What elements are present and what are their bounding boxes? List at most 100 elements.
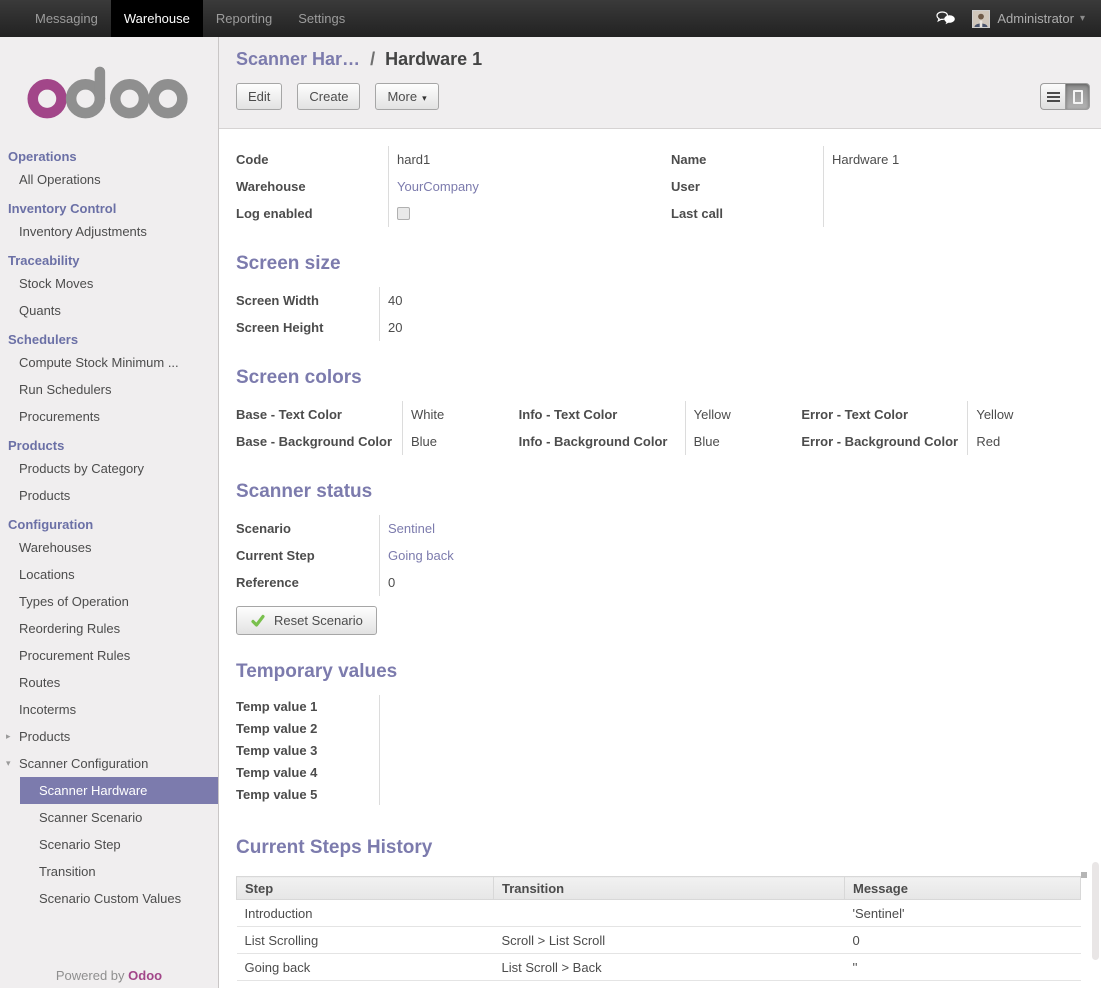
field-group: Base - Text ColorWhiteBase - Background … xyxy=(236,401,519,455)
field-group: ScenarioSentinelCurrent StepGoing backRe… xyxy=(236,515,656,596)
sidebar-item-products-by-category[interactable]: Products by Category xyxy=(0,455,218,482)
field-group: Error - Text ColorYellowError - Backgrou… xyxy=(801,401,1084,455)
sidebar-item-inventory-adjustments[interactable]: Inventory Adjustments xyxy=(0,218,218,245)
chevron-down-icon: ▾ xyxy=(6,750,11,777)
field-label: User xyxy=(671,179,823,194)
sidebar-item-products[interactable]: ▸Products xyxy=(0,723,218,750)
field-row-current-step: Current StepGoing back xyxy=(236,542,656,569)
sidebar-item-label: Procurement Rules xyxy=(19,648,130,663)
table-cell: 0 xyxy=(845,927,1081,954)
field-row-temp-value-1: Temp value 1 xyxy=(236,695,656,717)
table-header-row: StepTransitionMessage xyxy=(237,877,1081,900)
view-switcher xyxy=(1040,83,1090,110)
field-group: Temp value 1 Temp value 2 Temp value 3 Temp… xyxy=(236,695,656,805)
field-row-screen-height: Screen Height20 xyxy=(236,314,656,341)
sidebar-item-label: Inventory Adjustments xyxy=(19,224,147,239)
sidebar-item-scanner-hardware[interactable]: Scanner Hardware xyxy=(20,777,218,804)
sidebar-item-procurements[interactable]: Procurements xyxy=(0,403,218,430)
breadcrumb-parent-link[interactable]: Scanner Har… xyxy=(236,49,360,69)
menu-item-messaging[interactable]: Messaging xyxy=(22,0,111,37)
sentinel-link[interactable]: Sentinel xyxy=(388,521,435,536)
sidebar-item-label: Products by Category xyxy=(19,461,144,476)
field-row-warehouse: WarehouseYourCompany xyxy=(236,173,656,200)
edit-button[interactable]: Edit xyxy=(236,83,282,110)
create-button[interactable]: Create xyxy=(297,83,360,110)
field-value xyxy=(379,695,656,717)
reset-scenario-button[interactable]: Reset Scenario xyxy=(236,606,377,635)
odoo-brand-link[interactable]: Odoo xyxy=(128,968,162,983)
sidebar-item-locations[interactable]: Locations xyxy=(0,561,218,588)
field-row-temp-value-5: Temp value 5 xyxy=(236,783,656,805)
field-label: Last call xyxy=(671,206,823,221)
field-row-info-background-color: Info - Background ColorBlue xyxy=(519,428,802,455)
sidebar-item-scenario-step[interactable]: Scenario Step xyxy=(0,831,218,858)
field-value: Red xyxy=(967,428,1084,455)
table-cell: Introduction xyxy=(237,900,494,927)
history-table-wrap: StepTransitionMessageIntroduction'Sentin… xyxy=(236,876,1080,981)
table-cell: '' xyxy=(845,954,1081,981)
column-header-transition[interactable]: Transition xyxy=(494,877,845,900)
field-row-user: User xyxy=(671,173,1084,200)
field-value xyxy=(823,173,1084,200)
form-view-icon xyxy=(1073,90,1083,104)
scrollbar-thumb[interactable] xyxy=(1092,862,1099,960)
table-row[interactable]: Going backList Scroll > Back'' xyxy=(237,954,1081,981)
sidebar-item-run-schedulers[interactable]: Run Schedulers xyxy=(0,376,218,403)
field-value: hard1 xyxy=(388,146,656,173)
list-view-button[interactable] xyxy=(1040,83,1065,110)
sidebar-item-quants[interactable]: Quants xyxy=(0,297,218,324)
sidebar-item-label: Incoterms xyxy=(19,702,76,717)
sidebar-item-procurement-rules[interactable]: Procurement Rules xyxy=(0,642,218,669)
menu-item-warehouse[interactable]: Warehouse xyxy=(111,0,203,37)
field-label: Error - Text Color xyxy=(801,407,967,422)
field-label: Screen Height xyxy=(236,320,379,335)
section-body: ScenarioSentinelCurrent StepGoing backRe… xyxy=(236,515,1084,596)
checkbox-log-enabled[interactable] xyxy=(397,207,410,220)
field-value: Going back xyxy=(379,542,656,569)
field-value xyxy=(379,761,656,783)
sidebar-item-scenario-custom-values[interactable]: Scenario Custom Values xyxy=(0,885,218,912)
sidebar-item-warehouses[interactable]: Warehouses xyxy=(0,534,218,561)
user-menu[interactable]: Administrator xyxy=(997,11,1074,26)
field-value: 20 xyxy=(379,314,656,341)
chat-icon[interactable] xyxy=(936,11,956,26)
sidebar-section-title-inventory-control: Inventory Control xyxy=(0,193,218,218)
section-title: Scanner status xyxy=(236,481,1084,503)
avatar[interactable] xyxy=(972,10,990,28)
sidebar-item-routes[interactable]: Routes xyxy=(0,669,218,696)
field-value: 40 xyxy=(379,287,656,314)
sidebar-item-scanner-configuration[interactable]: ▾Scanner Configuration xyxy=(0,750,218,777)
field-row-info-text-color: Info - Text ColorYellow xyxy=(519,401,802,428)
field-row-base-background-color: Base - Background ColorBlue xyxy=(236,428,519,455)
going-back-link[interactable]: Going back xyxy=(388,548,454,563)
field-label: Temp value 2 xyxy=(236,721,379,736)
table-row[interactable]: Introduction'Sentinel' xyxy=(237,900,1081,927)
form-section-screen-colors: Screen colorsBase - Text ColorWhiteBase … xyxy=(236,367,1084,455)
menu-item-reporting[interactable]: Reporting xyxy=(203,0,285,37)
field-value: Sentinel xyxy=(379,515,656,542)
form-view-button[interactable] xyxy=(1065,83,1090,110)
sidebar-item-transition[interactable]: Transition xyxy=(0,858,218,885)
field-row-code: Codehard1 xyxy=(236,146,656,173)
sidebar-section-title-traceability: Traceability xyxy=(0,245,218,270)
more-button[interactable]: More▾ xyxy=(375,83,438,110)
column-header-step[interactable]: Step xyxy=(237,877,494,900)
sidebar-item-scanner-scenario[interactable]: Scanner Scenario xyxy=(0,804,218,831)
sidebar-item-label: Scanner Hardware xyxy=(39,783,147,798)
sidebar-item-stock-moves[interactable]: Stock Moves xyxy=(0,270,218,297)
sidebar-item-types-of-operation[interactable]: Types of Operation xyxy=(0,588,218,615)
sidebar-item-all-operations[interactable]: All Operations xyxy=(0,166,218,193)
sidebar-item-label: Locations xyxy=(19,567,75,582)
field-row-temp-value-3: Temp value 3 xyxy=(236,739,656,761)
table-row[interactable]: List ScrollingScroll > List Scroll0 xyxy=(237,927,1081,954)
sidebar-item-products[interactable]: Products xyxy=(0,482,218,509)
sidebar-item-label: Transition xyxy=(39,864,96,879)
menu-item-settings[interactable]: Settings xyxy=(285,0,358,37)
yourcompany-link[interactable]: YourCompany xyxy=(397,179,479,194)
sidebar-item-reordering-rules[interactable]: Reordering Rules xyxy=(0,615,218,642)
field-value xyxy=(379,739,656,761)
column-header-message[interactable]: Message xyxy=(845,877,1081,900)
sidebar-item-incoterms[interactable]: Incoterms xyxy=(0,696,218,723)
sidebar-item-compute-stock-minimum[interactable]: Compute Stock Minimum ... xyxy=(0,349,218,376)
sidebar-item-label: Warehouses xyxy=(19,540,92,555)
